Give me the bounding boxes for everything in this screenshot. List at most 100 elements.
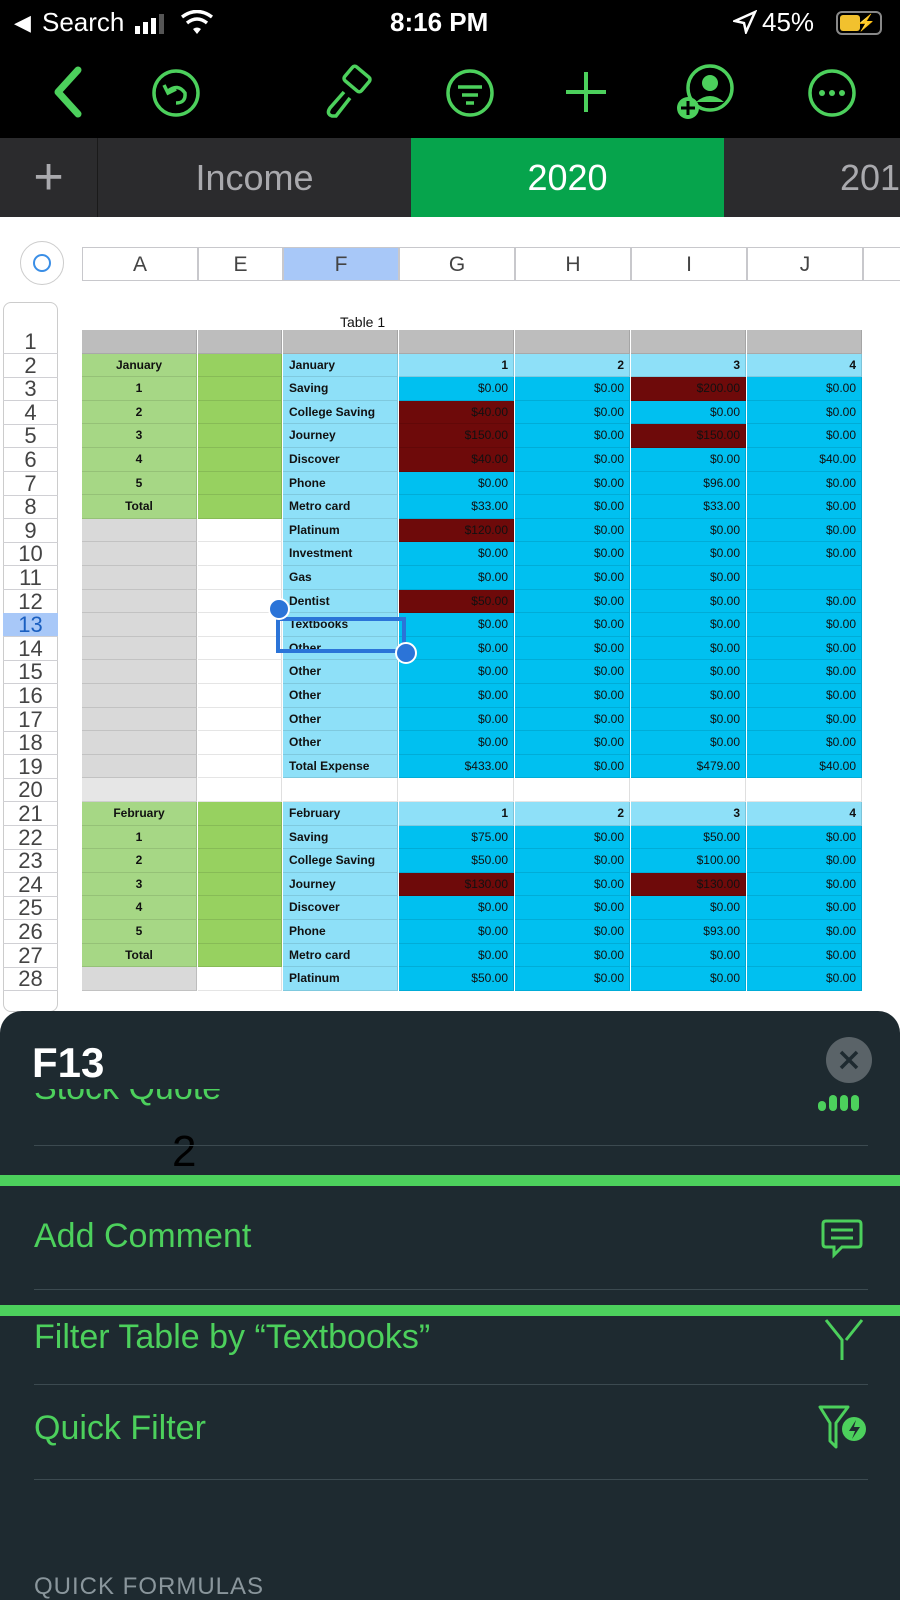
back-arrow-icon[interactable]: ◀ bbox=[14, 10, 31, 36]
cell-g-5[interactable]: $150.00 bbox=[399, 424, 514, 448]
cell-a-12[interactable] bbox=[82, 589, 197, 614]
cell-h-25[interactable]: $0.00 bbox=[515, 896, 630, 920]
cell-e-1[interactable] bbox=[198, 330, 282, 354]
cell-g-13[interactable]: $0.00 bbox=[399, 613, 514, 637]
row-header-26[interactable]: 26 bbox=[3, 920, 58, 944]
cell-h-24[interactable]: $0.00 bbox=[515, 872, 630, 897]
cell-f-12[interactable]: Dentist bbox=[283, 589, 398, 614]
cell-i-24[interactable]: $130.00 bbox=[631, 872, 746, 897]
cell-j-17[interactable]: $0.00 bbox=[747, 707, 862, 732]
cell-e-2[interactable] bbox=[198, 353, 282, 378]
selection-handle-top[interactable] bbox=[268, 598, 290, 620]
row-header-8[interactable]: 8 bbox=[3, 495, 58, 520]
cell-a-22[interactable]: 1 bbox=[82, 825, 197, 850]
cell-a-3[interactable]: 1 bbox=[82, 377, 197, 401]
cell-i-18[interactable]: $0.00 bbox=[631, 731, 746, 755]
cell-h-11[interactable]: $0.00 bbox=[515, 566, 630, 590]
cell-f-26[interactable]: Phone bbox=[283, 920, 398, 944]
cell-i-9[interactable]: $0.00 bbox=[631, 518, 746, 543]
row-header-10[interactable]: 10 bbox=[3, 542, 58, 567]
cell-h-14[interactable]: $0.00 bbox=[515, 636, 630, 661]
row-header-14[interactable]: 14 bbox=[3, 636, 58, 661]
cell-j-22[interactable]: $0.00 bbox=[747, 825, 862, 850]
cell-i-7[interactable]: $96.00 bbox=[631, 471, 746, 496]
cell-h-16[interactable]: $0.00 bbox=[515, 684, 630, 708]
cell-j-11[interactable] bbox=[747, 566, 862, 590]
cell-a-4[interactable]: 2 bbox=[82, 400, 197, 425]
row-header-16[interactable]: 16 bbox=[3, 684, 58, 708]
row-header-7[interactable]: 7 bbox=[3, 471, 58, 496]
row-header-1[interactable]: 1 bbox=[3, 330, 58, 354]
insert-icon[interactable] bbox=[564, 70, 608, 114]
cell-f-20[interactable] bbox=[283, 778, 398, 802]
cell-j-7[interactable]: $0.00 bbox=[747, 471, 862, 496]
cell-i-8[interactable]: $33.00 bbox=[631, 495, 746, 519]
cell-g-19[interactable]: $433.00 bbox=[399, 754, 514, 779]
column-header-h[interactable]: H bbox=[515, 247, 631, 281]
cell-f-21[interactable]: February bbox=[283, 802, 398, 826]
cell-g-26[interactable]: $0.00 bbox=[399, 920, 514, 944]
cell-j-5[interactable]: $0.00 bbox=[747, 424, 862, 448]
cell-j-12[interactable]: $0.00 bbox=[747, 589, 862, 614]
cell-f-28[interactable]: Platinum bbox=[283, 967, 398, 991]
cell-e-8[interactable] bbox=[198, 495, 282, 519]
cell-h-20[interactable] bbox=[515, 778, 630, 802]
cell-h-13[interactable]: $0.00 bbox=[515, 613, 630, 637]
cell-a-28[interactable] bbox=[82, 967, 197, 991]
cell-i-6[interactable]: $0.00 bbox=[631, 448, 746, 472]
cell-f-9[interactable]: Platinum bbox=[283, 518, 398, 543]
cell-a-17[interactable] bbox=[82, 707, 197, 732]
menu-item-quick-filter[interactable]: Quick Filter bbox=[0, 1391, 900, 1481]
cell-g-24[interactable]: $130.00 bbox=[399, 872, 514, 897]
cell-a-26[interactable]: 5 bbox=[82, 920, 197, 944]
cell-a-11[interactable] bbox=[82, 566, 197, 590]
cell-a-13[interactable] bbox=[82, 613, 197, 637]
cell-e-23[interactable] bbox=[198, 849, 282, 873]
cell-e-21[interactable] bbox=[198, 802, 282, 826]
cell-h-17[interactable]: $0.00 bbox=[515, 707, 630, 732]
cell-e-22[interactable] bbox=[198, 825, 282, 850]
cell-a-8[interactable]: Total bbox=[82, 495, 197, 519]
cell-f-24[interactable]: Journey bbox=[283, 872, 398, 897]
cell-a-23[interactable]: 2 bbox=[82, 849, 197, 873]
cell-j-25[interactable]: $0.00 bbox=[747, 896, 862, 920]
cell-i-23[interactable]: $100.00 bbox=[631, 849, 746, 873]
cell-e-11[interactable] bbox=[198, 566, 282, 590]
cell-h-10[interactable]: $0.00 bbox=[515, 542, 630, 566]
organize-icon[interactable] bbox=[444, 67, 496, 119]
cell-f-18[interactable]: Other bbox=[283, 731, 398, 755]
cell-g-18[interactable]: $0.00 bbox=[399, 731, 514, 755]
cell-j-18[interactable]: $0.00 bbox=[747, 731, 862, 755]
cell-h-15[interactable]: $0.00 bbox=[515, 660, 630, 684]
cell-f-23[interactable]: College Saving bbox=[283, 849, 398, 873]
cell-i-1[interactable] bbox=[631, 330, 746, 354]
cell-j-15[interactable]: $0.00 bbox=[747, 660, 862, 684]
cell-a-10[interactable] bbox=[82, 542, 197, 566]
cell-h-7[interactable]: $0.00 bbox=[515, 471, 630, 496]
cell-h-8[interactable]: $0.00 bbox=[515, 495, 630, 519]
cell-j-24[interactable]: $0.00 bbox=[747, 872, 862, 897]
cell-a-7[interactable]: 5 bbox=[82, 471, 197, 496]
cell-j-27[interactable]: $0.00 bbox=[747, 943, 862, 968]
cell-i-19[interactable]: $479.00 bbox=[631, 754, 746, 779]
cell-g-27[interactable]: $0.00 bbox=[399, 943, 514, 968]
cell-a-24[interactable]: 3 bbox=[82, 872, 197, 897]
cell-f-8[interactable]: Metro card bbox=[283, 495, 398, 519]
cell-a-27[interactable]: Total bbox=[82, 943, 197, 968]
cell-f-17[interactable]: Other bbox=[283, 707, 398, 732]
selection-box[interactable] bbox=[276, 617, 406, 653]
cell-i-4[interactable]: $0.00 bbox=[631, 400, 746, 425]
cell-h-9[interactable]: $0.00 bbox=[515, 518, 630, 543]
row-header-11[interactable]: 11 bbox=[3, 566, 58, 590]
cell-h-27[interactable]: $0.00 bbox=[515, 943, 630, 968]
cell-h-23[interactable]: $0.00 bbox=[515, 849, 630, 873]
cell-j-14[interactable]: $0.00 bbox=[747, 636, 862, 661]
cell-h-19[interactable]: $0.00 bbox=[515, 754, 630, 779]
tab-2019[interactable]: 201 bbox=[724, 138, 900, 217]
cell-a-25[interactable]: 4 bbox=[82, 896, 197, 920]
row-header-15[interactable]: 15 bbox=[3, 660, 58, 685]
cell-h-22[interactable]: $0.00 bbox=[515, 825, 630, 850]
carrier-label[interactable]: Search bbox=[42, 7, 124, 38]
cell-e-9[interactable] bbox=[198, 518, 282, 543]
collaborate-icon[interactable] bbox=[674, 64, 736, 122]
